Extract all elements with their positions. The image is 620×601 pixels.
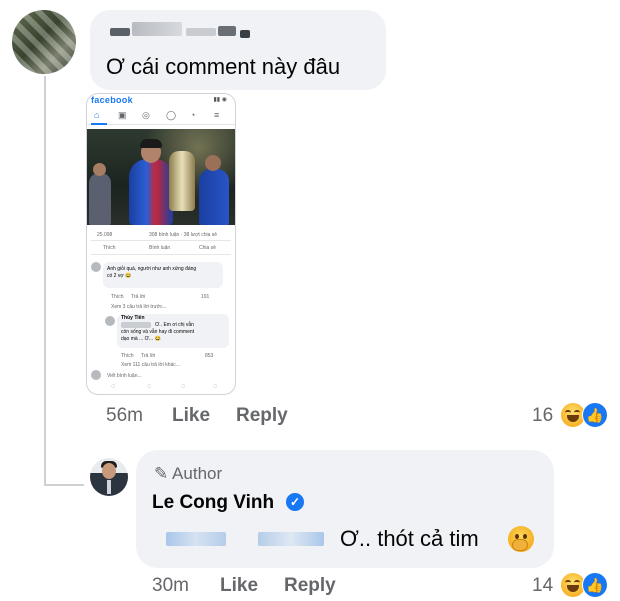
pencil-icon: ✎ [154,464,169,483]
profile-icon: ◯ [166,110,177,120]
comment-1-reply-button[interactable]: Reply [236,405,288,427]
embedded-comment-like: Thích [111,294,124,300]
bottom-nav-icon: ◌ [181,383,186,390]
embedded-reply-line3: dạo mà ... Ơ... 😂 [121,336,161,342]
author-badge: ✎ Author [154,464,222,484]
comment-2-time[interactable]: 30m [152,575,189,597]
like-reaction-icon[interactable]: 👍 [582,572,608,598]
photo-trophy [169,151,195,211]
comment-2-text: Ơ.. thót cả tim [340,526,479,551]
bottom-nav-icon: ◌ [147,383,152,390]
photo-person [89,173,111,225]
phone-status-icons: ▮▮ ◉ [213,97,227,103]
home-icon: ⌂ [94,110,100,120]
divider [91,254,231,255]
redacted-name [186,28,216,36]
embedded-comment-reply: Trả lời [131,294,146,300]
author-badge-label: Author [172,464,223,483]
comment-1-text: Ơ cái comment này đâu [106,54,341,79]
embedded-comment-line1: Anh giỏi quá, người như anh xứng đáng [107,266,197,272]
post-photo [87,129,235,225]
my-avatar-small [91,370,101,380]
redacted-mention [258,532,324,546]
redacted-name [218,26,236,36]
embedded-reply-line2: còn sống và vẫn hay đi comment [121,329,195,335]
post-reaction-count: 25.098 [97,232,113,238]
like-reaction-icon[interactable]: 👍 [582,402,608,428]
post-share-action: Chia sẻ [199,245,216,251]
hushed-face-emoji-icon [508,526,534,552]
redacted-name [110,28,130,36]
embedded-comment-more: Xem 3 câu trả lời trước... [111,304,167,310]
reply-avatar-small [105,316,115,326]
write-comment-placeholder: Viết bình luận... [107,373,142,379]
post-like-action: Thích [103,245,116,251]
photo-main-player [129,159,173,225]
embedded-reply-line1: Ơ.. Em ơi chị vẫn [155,322,194,328]
comment-2-reaction-count[interactable]: 14 [532,575,553,597]
photo-person-head [93,163,106,176]
bottom-nav-icon: ◌ [213,383,218,390]
comment-bubble-1: Ơ cái comment này đâu [90,10,386,90]
verified-badge-icon: ✓ [286,493,304,511]
groups-icon: ◎ [142,110,150,120]
comment-1-like-button[interactable]: Like [172,405,210,427]
divider [91,240,231,241]
redacted-mention [121,322,151,328]
menu-icon: ≡ [214,110,220,120]
post-stats: 308 bình luận · 38 lượt chia sẻ [149,232,218,238]
photo-teammate [199,169,229,225]
comment-1-reaction-count[interactable]: 16 [532,405,553,427]
comment-1-time[interactable]: 56m [106,405,143,427]
bottom-nav-icon: ◌ [111,383,116,390]
embedded-comment-count: 191 [201,294,210,300]
notifications-icon: ◔ [190,110,196,120]
active-tab-indicator [91,123,107,125]
embedded-reply-reply: Trả lời [141,353,156,359]
post-comment-action: Bình luận [149,245,171,251]
embedded-reply-name: Thùy Tiên [121,315,145,321]
facebook-logo: facebook [91,95,133,105]
comment-2-reply-button[interactable]: Reply [284,575,336,597]
redacted-mention [166,532,226,546]
redacted-name [132,22,182,36]
embedded-reply-count: 853 [205,353,214,359]
embedded-reply-more: Xem 111 câu trả lời khác... [121,362,180,368]
embedded-screenshot[interactable]: facebook ▮▮ ◉ ⌂ ▣ ◎ ◯ ◔ ≡ 25.098 308 bìn… [86,93,236,395]
comment-2-like-button[interactable]: Like [220,575,258,597]
embedded-comment-line2: có 2 vợ 😂 [107,273,132,279]
thread-line-branch [44,484,84,486]
comment-bubble-2: ✎ Author Le Cong Vinh ✓ Ơ.. thót cả tim [136,450,554,568]
commenter-avatar[interactable] [12,10,76,74]
embedded-reply-like: Thích [121,353,134,359]
video-icon: ▣ [118,110,127,120]
redacted-name [240,30,250,38]
commenter-avatar-small [91,262,101,272]
author-name[interactable]: Le Cong Vinh [152,492,274,514]
thread-line-vertical [44,76,46,486]
photo-teammate-head [205,155,221,171]
author-avatar[interactable] [90,458,128,496]
fb-nav-bar: ⌂ ▣ ◎ ◯ ◔ ≡ [87,108,235,125]
photo-main-player-hair [140,139,162,148]
